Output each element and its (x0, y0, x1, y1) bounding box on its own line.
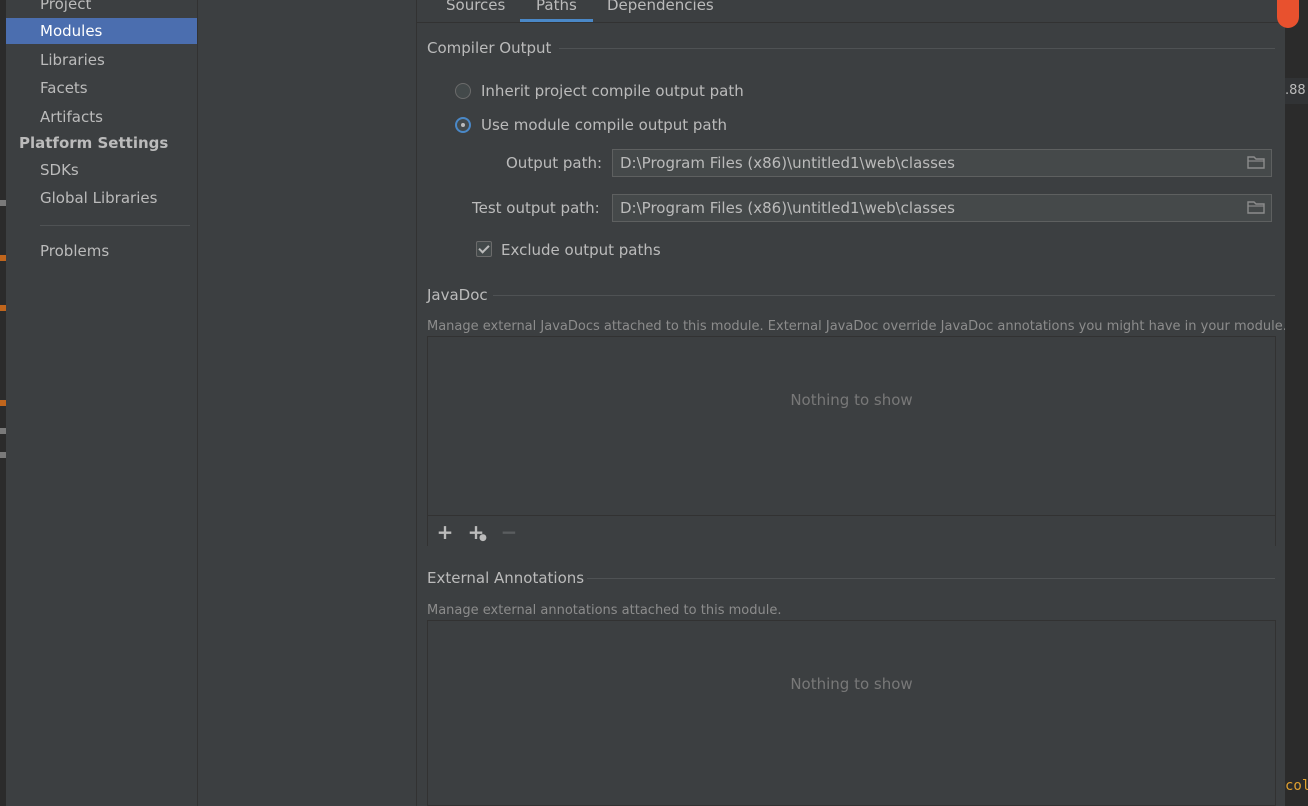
javadoc-empty-text: Nothing to show (790, 391, 913, 409)
sidebar-item-label: Modules (40, 22, 103, 40)
exclude-output-label[interactable]: Exclude output paths (501, 241, 661, 259)
sidebar-item-label: Libraries (40, 51, 105, 69)
settings-sidebar: Project Modules Libraries Facets Artifac… (6, 0, 198, 806)
external-annotations-empty-text: Nothing to show (790, 675, 913, 693)
output-path-label: Output path: (506, 154, 603, 172)
javadoc-description: Manage external JavaDocs attached to thi… (427, 319, 1287, 334)
external-annotations-list[interactable]: Nothing to show (427, 620, 1276, 806)
module-paths-content: Sources Paths Dependencies Compiler Outp… (417, 0, 1287, 806)
section-divider (587, 578, 1275, 579)
sidebar-item-artifacts[interactable]: Artifacts (6, 104, 197, 130)
folder-icon[interactable] (1247, 201, 1265, 214)
output-path-value: D:\Program Files (x86)\untitled1\web\cla… (620, 154, 955, 172)
sidebar-divider (40, 225, 190, 226)
platform-settings-header: Platform Settings (19, 134, 169, 152)
external-annotations-title: External Annotations (427, 569, 585, 587)
editor-text-fragment: .88 (1285, 78, 1308, 104)
sidebar-item-label: Facets (40, 79, 88, 97)
sidebar-item-global-libraries[interactable]: Global Libraries (6, 185, 197, 211)
test-output-path-field[interactable]: D:\Program Files (x86)\untitled1\web\cla… (612, 194, 1272, 222)
module-tabs: Sources Paths Dependencies (417, 0, 1285, 23)
plus-icon[interactable]: + (435, 520, 455, 544)
test-output-path-label: Test output path: (472, 199, 600, 217)
sidebar-item-modules[interactable]: Modules (6, 18, 197, 44)
inherit-output-radio[interactable] (455, 83, 471, 99)
exclude-output-checkbox[interactable] (476, 241, 492, 257)
module-tree-panel[interactable] (198, 0, 417, 806)
sidebar-item-label: Global Libraries (40, 189, 158, 207)
minus-icon[interactable]: − (499, 520, 519, 544)
inherit-output-label[interactable]: Inherit project compile output path (481, 82, 744, 100)
tab-sources[interactable]: Sources (446, 0, 505, 22)
sidebar-item-problems[interactable]: Problems (6, 238, 197, 264)
section-divider (559, 48, 1275, 49)
editor-text-fragment: col (1285, 778, 1308, 794)
tab-dependencies[interactable]: Dependencies (607, 0, 714, 22)
tab-paths[interactable]: Paths (520, 0, 593, 22)
compiler-output-title: Compiler Output (427, 39, 552, 57)
sidebar-item-project[interactable]: Project (6, 0, 197, 17)
javadoc-title: JavaDoc (427, 286, 488, 304)
output-path-field[interactable]: D:\Program Files (x86)\untitled1\web\cla… (612, 149, 1272, 177)
editor-right-strip: .88 col (1277, 0, 1308, 806)
use-module-output-label[interactable]: Use module compile output path (481, 116, 727, 134)
sidebar-item-sdks[interactable]: SDKs (6, 157, 197, 183)
javadoc-list[interactable]: Nothing to show + + ● − (427, 336, 1276, 546)
javadoc-toolbar: + + ● − (428, 515, 1275, 546)
sidebar-item-label: Artifacts (40, 108, 103, 126)
use-module-output-radio[interactable] (455, 117, 471, 133)
add-web-link-icon[interactable]: + ● (466, 520, 487, 544)
sidebar-item-label: Project (40, 0, 92, 13)
sidebar-item-label: Problems (40, 242, 110, 260)
sidebar-item-label: SDKs (40, 161, 79, 179)
sidebar-item-libraries[interactable]: Libraries (6, 47, 197, 73)
external-annotations-description: Manage external annotations attached to … (427, 603, 782, 618)
sidebar-item-facets[interactable]: Facets (6, 75, 197, 101)
section-divider (493, 295, 1275, 296)
notification-badge (1277, 0, 1299, 28)
test-output-path-value: D:\Program Files (x86)\untitled1\web\cla… (620, 199, 955, 217)
folder-icon[interactable] (1247, 156, 1265, 169)
